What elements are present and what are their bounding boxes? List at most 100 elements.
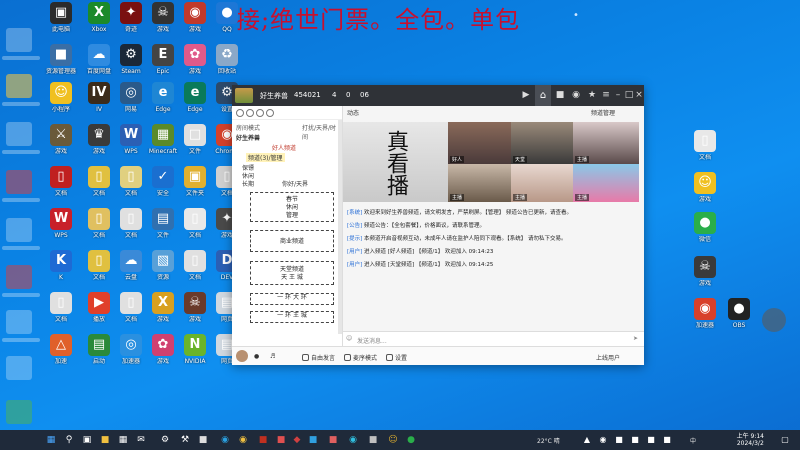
channel-header[interactable]: 好生养兽	[236, 133, 260, 142]
tray-icon[interactable]: ■	[628, 433, 642, 447]
video-tile[interactable]: 天堂	[511, 122, 573, 164]
start-button[interactable]: ▦	[44, 433, 58, 447]
steam-icon[interactable]: ⚙	[158, 433, 172, 447]
app-icon: ☺	[694, 172, 716, 194]
desktop-icon[interactable]: △ 加速	[40, 334, 82, 378]
app-icon: ▯	[184, 208, 206, 230]
home-tab[interactable]: ⌂	[535, 85, 551, 106]
user-icon[interactable]	[236, 109, 244, 117]
mail-icon[interactable]: ✉	[134, 433, 148, 447]
box-line: 天 王 城	[281, 274, 303, 281]
notification-icon[interactable]: ▢	[778, 433, 792, 447]
free-speak-button[interactable]: 自由发言	[302, 353, 335, 362]
scrollbar[interactable]	[338, 120, 342, 334]
channel-box[interactable]: 一 环 王 城	[250, 311, 334, 323]
app-icon[interactable]: ■	[306, 433, 320, 447]
channel-box[interactable]: 天堂频道 天 王 城	[250, 261, 334, 285]
tray-icon[interactable]: ◉	[596, 433, 610, 447]
app-icon[interactable]: ■	[274, 433, 288, 447]
app-icon: E	[152, 44, 174, 66]
video-icon[interactable]: ▶	[520, 89, 532, 101]
desktop-icon[interactable]: ▯ 文档	[40, 166, 82, 210]
voice-chat-window[interactable]: 好生养兽 454021 4 0 06 ⌂ ▶ ■ ◉ ★ ≡ – □ × 房间模…	[232, 85, 644, 365]
search-icon[interactable]	[266, 109, 274, 117]
message-tag: [系统]	[347, 210, 363, 216]
tray-icon[interactable]: ▲	[580, 433, 594, 447]
tray-icon[interactable]: ■	[612, 433, 626, 447]
video-tile[interactable]: 主播	[573, 164, 639, 202]
desktop-icon[interactable]: ● QQ	[206, 2, 248, 46]
weather-widget[interactable]: 22°C 晴	[537, 436, 560, 445]
desktop-icon[interactable]: ● OBS	[718, 298, 760, 342]
app-icon[interactable]: ◆	[290, 433, 304, 447]
video-tile[interactable]: 主播	[448, 164, 511, 202]
channel-row[interactable]: 你好/天界	[282, 179, 308, 188]
menu-icon[interactable]: ≡	[600, 89, 612, 101]
desktop-icon[interactable]: ● 微信	[684, 212, 726, 256]
search-icon[interactable]: ⚲	[62, 433, 76, 447]
channel-row[interactable]: 好人频道	[272, 143, 296, 152]
ime-indicator[interactable]: 中	[690, 436, 696, 445]
edge-icon[interactable]: ◉	[218, 433, 232, 447]
gamepad-icon[interactable]: ◉	[570, 89, 582, 101]
channel-box[interactable]: 一 环 大 环	[250, 293, 334, 305]
app-icon: N	[184, 334, 206, 356]
app-icon[interactable]: ■	[366, 433, 380, 447]
avatar[interactable]	[236, 350, 248, 362]
queue-mode-button[interactable]: 麦序模式	[344, 353, 377, 362]
game-icon[interactable]: ■	[256, 433, 270, 447]
channel-row[interactable]: 长期	[242, 179, 254, 188]
store-icon[interactable]: ▦	[116, 433, 130, 447]
list-icon[interactable]	[256, 109, 264, 117]
video-tile[interactable]: 主播	[511, 164, 573, 202]
app-icon: ▯	[50, 292, 72, 314]
desktop-icon[interactable]: ▣ 此电脑	[40, 2, 82, 46]
tray-icon[interactable]: ■	[660, 433, 674, 447]
tab-manage[interactable]: 打扰/天界/时间	[302, 123, 342, 141]
main-video[interactable]: 真看播	[343, 122, 448, 202]
task-view-icon[interactable]: ▣	[80, 433, 94, 447]
explorer-icon[interactable]: ■	[98, 433, 112, 447]
app-icon: ▶	[88, 292, 110, 314]
app-icon[interactable]: ■	[196, 433, 210, 447]
settings-button[interactable]: 设置	[386, 353, 407, 362]
app-icon[interactable]: ◉	[346, 433, 360, 447]
window-titlebar[interactable]: 好生养兽 454021 4 0 06 ⌂ ▶ ■ ◉ ★ ≡ – □ ×	[232, 85, 644, 106]
emoji-icon[interactable]: ☺	[346, 335, 352, 342]
channel-box[interactable]: 春节 休闲 管理	[250, 192, 334, 222]
chrome-icon[interactable]: ◉	[236, 433, 250, 447]
tab-room-mode[interactable]: 房间模式	[236, 123, 260, 132]
online-users-button[interactable]: 上线用户	[596, 353, 620, 362]
desktop-icon[interactable]: ☠ 游戏	[684, 256, 726, 300]
skin-icon[interactable]: ★	[586, 89, 598, 101]
tool-icon[interactable]: ⚒	[178, 433, 192, 447]
channel-box[interactable]: 商业频道	[250, 230, 334, 252]
desktop-icon[interactable]: ☺ 游戏	[684, 172, 726, 216]
app-icon[interactable]: ■	[326, 433, 340, 447]
video-tile[interactable]: 好人	[448, 122, 511, 164]
desktop-icon[interactable]: ▯ 文档	[684, 130, 726, 174]
desktop-icon[interactable]: ▯ 文档	[40, 292, 82, 336]
desktop-icon[interactable]: W WPS	[40, 208, 82, 252]
desktop-icon[interactable]: KK	[40, 250, 82, 294]
app-icon[interactable]: ☺	[386, 433, 400, 447]
channel-manage-link[interactable]: 频道管理	[591, 108, 615, 117]
clock[interactable]: 上午 9:14 2024/3/2	[737, 433, 764, 447]
speaker-icon[interactable]: ♬	[270, 353, 275, 360]
wechat-icon[interactable]: ●	[404, 433, 418, 447]
chat-icon[interactable]	[246, 109, 254, 117]
desktop-icon[interactable]: ⚔ 游戏	[40, 124, 82, 168]
app-icon: ▯	[88, 250, 110, 272]
mic-icon[interactable]: ●	[254, 353, 259, 360]
video-tile[interactable]: 主播	[573, 122, 639, 164]
desktop-icon-label: 回收站	[217, 68, 236, 75]
online-users-label: 上线用户	[596, 355, 621, 362]
gift-icon[interactable]: ■	[554, 89, 566, 101]
tray-icon[interactable]: ■	[644, 433, 658, 447]
channel-row-active[interactable]: 频道(3)/管理	[246, 153, 285, 162]
desktop-icon[interactable]: ☺ 小程序	[40, 82, 82, 126]
close-icon[interactable]: ×	[633, 89, 645, 101]
message-input[interactable]: ☺ 发送消息... ➤	[343, 331, 644, 347]
send-icon[interactable]: ➤	[633, 335, 638, 342]
tab-dynamic[interactable]: 动态	[347, 110, 359, 117]
